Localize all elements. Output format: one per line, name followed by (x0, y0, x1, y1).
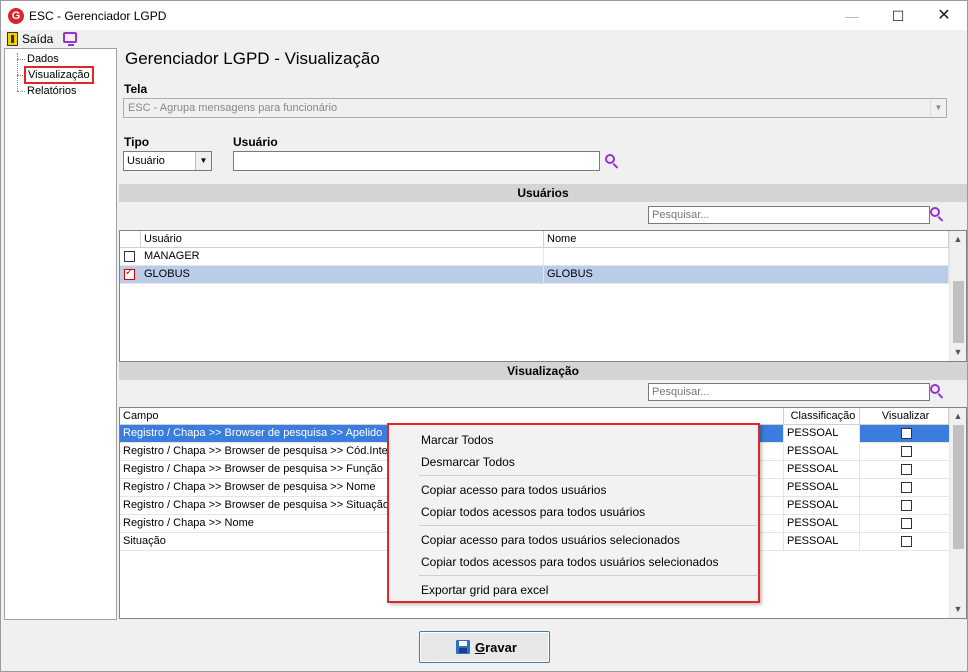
visualizar-checkbox[interactable] (901, 500, 912, 511)
vertical-scrollbar[interactable]: ▲ ▼ (949, 231, 966, 361)
menu-item-desmarcar-todos[interactable]: Desmarcar Todos (421, 455, 515, 469)
menu-separator (419, 575, 757, 576)
scroll-thumb[interactable] (953, 425, 964, 549)
row-checkbox[interactable] (124, 251, 135, 262)
window-title: ESC - Gerenciador LGPD (29, 9, 167, 23)
visualizar-checkbox[interactable] (901, 464, 912, 475)
tree-item-dados[interactable]: Dados (27, 53, 59, 65)
minimize-button[interactable]: — (829, 1, 875, 31)
save-button-label: Gravar (475, 640, 517, 655)
visualizacao-search-field[interactable] (649, 384, 929, 400)
tree-connector (17, 91, 25, 92)
usuario-cell: GLOBUS (141, 266, 544, 284)
visualizar-checkbox[interactable] (901, 482, 912, 493)
classificacao-cell: PESSOAL (784, 479, 860, 497)
tipo-select[interactable]: Usuário ▼ (123, 151, 212, 171)
table-row[interactable]: GLOBUS GLOBUS (120, 266, 949, 284)
visualizacao-section-header: Visualização (119, 362, 967, 380)
row-checkbox[interactable] (124, 267, 135, 280)
nome-cell (544, 248, 949, 266)
menu-item-copiar-todos-acessos-selecionados[interactable]: Copiar todos acessos para todos usuários… (421, 555, 719, 569)
usuarios-grid: Usuário Nome MANAGER GLOBUS GLOBUS ▲ ▼ (119, 230, 967, 362)
title-bar: G ESC - Gerenciador LGPD — ☐ ✕ (1, 1, 967, 31)
search-icon[interactable] (930, 384, 944, 399)
menu-item-copiar-acesso-todos[interactable]: Copiar acesso para todos usuários (421, 483, 606, 497)
menu-separator (419, 475, 757, 476)
floppy-disk-icon (456, 640, 470, 654)
close-button[interactable]: ✕ (921, 1, 967, 31)
tela-select-value: ESC - Agrupa mensagens para funcionário (128, 102, 338, 114)
navigation-tree: Dados Visualização Relatórios (4, 48, 117, 620)
tree-connector (17, 75, 25, 76)
menu-item-exportar-excel[interactable]: Exportar grid para excel (421, 583, 548, 597)
visualizacao-search-input[interactable] (648, 383, 930, 401)
scroll-down-icon[interactable]: ▼ (950, 601, 966, 618)
table-row[interactable]: MANAGER (120, 248, 949, 266)
scroll-up-icon[interactable]: ▲ (950, 408, 966, 425)
usuario-label: Usuário (233, 135, 278, 149)
tela-select[interactable]: ESC - Agrupa mensagens para funcionário … (123, 98, 947, 118)
scroll-up-icon[interactable]: ▲ (950, 231, 966, 248)
classificacao-cell: PESSOAL (784, 461, 860, 479)
menu-bar: Saída (1, 30, 967, 48)
chevron-down-icon[interactable]: ▼ (195, 152, 211, 170)
usuarios-search-input[interactable] (648, 206, 930, 224)
usuarios-grid-header: Usuário Nome (120, 231, 949, 248)
usuarios-section-header: Usuários (119, 184, 967, 202)
classificacao-cell: PESSOAL (784, 533, 860, 551)
tree-item-relatorios[interactable]: Relatórios (27, 85, 77, 97)
tela-label: Tela (124, 82, 148, 96)
usuarios-search-field[interactable] (649, 207, 929, 223)
exit-menu-item[interactable]: Saída (22, 32, 53, 46)
page-title: Gerenciador LGPD - Visualização (125, 49, 380, 68)
scroll-thumb[interactable] (953, 281, 964, 343)
menu-separator (419, 525, 757, 526)
classificacao-cell: PESSOAL (784, 425, 860, 443)
visualizar-checkbox[interactable] (901, 518, 912, 529)
column-header-usuario[interactable]: Usuário (141, 231, 544, 248)
checkbox-column-header (120, 231, 141, 248)
search-icon[interactable] (605, 154, 619, 169)
nome-cell: GLOBUS (544, 266, 949, 284)
tree-item-visualizacao[interactable]: Visualização (24, 66, 94, 84)
app-window: G ESC - Gerenciador LGPD — ☐ ✕ Saída Dad… (0, 0, 968, 672)
context-menu: Marcar Todos Desmarcar Todos Copiar aces… (387, 423, 760, 603)
classificacao-cell: PESSOAL (784, 515, 860, 533)
save-button[interactable]: Gravar (419, 631, 550, 663)
door-exit-icon[interactable] (7, 32, 18, 46)
menu-item-copiar-todos-acessos-todos[interactable]: Copiar todos acessos para todos usuários (421, 505, 645, 519)
maximize-button[interactable]: ☐ (875, 1, 921, 31)
vertical-scrollbar[interactable]: ▲ ▼ (949, 408, 966, 618)
classificacao-cell: PESSOAL (784, 497, 860, 515)
menu-item-copiar-acesso-selecionados[interactable]: Copiar acesso para todos usuários seleci… (421, 533, 680, 547)
menu-item-marcar-todos[interactable]: Marcar Todos (421, 433, 493, 447)
app-logo-icon: G (8, 8, 24, 24)
visualizar-checkbox[interactable] (901, 536, 912, 547)
tipo-label: Tipo (124, 135, 150, 149)
column-header-visualizar[interactable]: Visualizar (860, 408, 949, 425)
visualizar-checkbox[interactable] (901, 428, 912, 439)
tree-connector (17, 59, 25, 60)
monitor-icon[interactable] (63, 32, 77, 46)
scroll-down-icon[interactable]: ▼ (950, 344, 966, 361)
classificacao-cell: PESSOAL (784, 443, 860, 461)
visualizar-checkbox[interactable] (901, 446, 912, 457)
search-icon[interactable] (930, 207, 944, 222)
tipo-select-value: Usuário (127, 155, 165, 167)
chevron-down-icon[interactable]: ▼ (930, 99, 946, 117)
usuario-input[interactable] (233, 151, 600, 171)
usuario-cell: MANAGER (141, 248, 544, 266)
column-header-classificacao[interactable]: Classificação (784, 408, 860, 425)
column-header-nome[interactable]: Nome (544, 231, 949, 248)
